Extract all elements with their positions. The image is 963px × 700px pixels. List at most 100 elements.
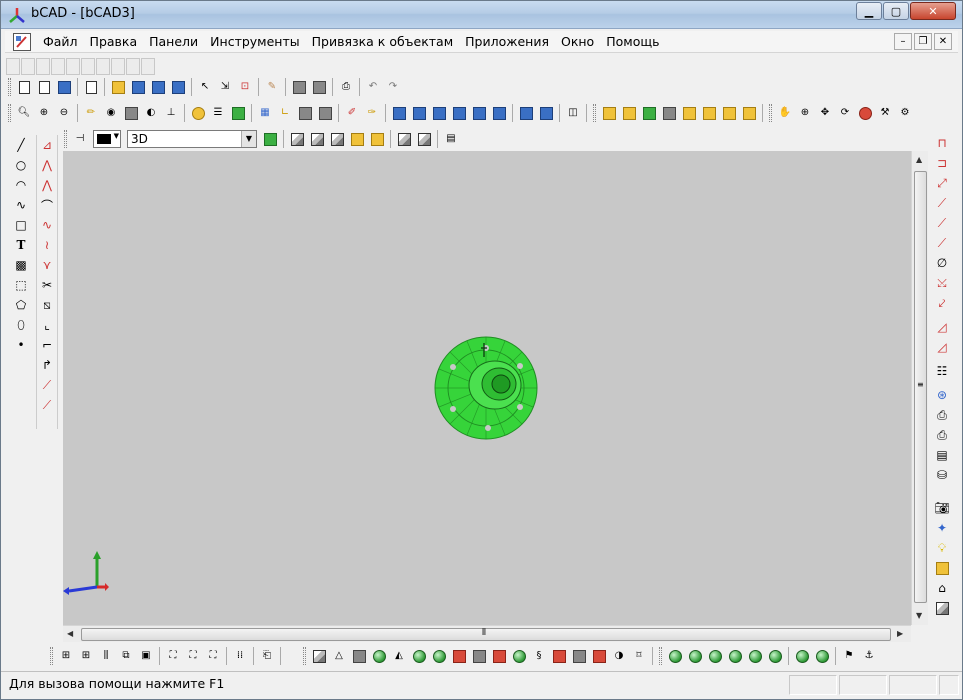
empty-slot[interactable] — [95, 57, 110, 75]
orbit-button[interactable]: ✥ — [817, 105, 834, 122]
house-button[interactable]: ⌂ — [933, 579, 951, 597]
cut-solid-button[interactable] — [747, 648, 764, 665]
new-drawing-button[interactable] — [56, 79, 73, 96]
empty-slot[interactable] — [35, 57, 50, 75]
empty-slot[interactable] — [50, 57, 65, 75]
empty-slot[interactable] — [5, 57, 20, 75]
toolbar-grip[interactable] — [303, 647, 306, 665]
save-button[interactable] — [130, 79, 147, 96]
wire-cube-button[interactable] — [289, 131, 306, 148]
close-button[interactable]: ✕ — [910, 2, 956, 20]
marker-button[interactable]: ⚑ — [841, 648, 858, 665]
3d-objects-button[interactable] — [933, 599, 951, 617]
view-back-button[interactable] — [411, 105, 428, 122]
toolbar-grip[interactable] — [64, 130, 67, 148]
menu-window[interactable]: Окно — [555, 32, 600, 52]
pipe-button[interactable] — [551, 648, 568, 665]
pin-button[interactable]: ⊣ — [72, 131, 89, 148]
dim-leader-button[interactable]: ⤩ — [933, 274, 951, 292]
spring-button[interactable]: § — [531, 648, 548, 665]
trim-button[interactable]: ✂ — [38, 276, 56, 294]
size-grip[interactable] — [939, 675, 959, 695]
new-file-button[interactable] — [16, 79, 33, 96]
horizontal-scroll-thumb[interactable]: ⦀ — [81, 628, 891, 641]
scroll-left-icon[interactable]: ◀ — [67, 629, 73, 638]
save-all-button[interactable] — [170, 79, 187, 96]
view-iso-button[interactable] — [518, 105, 535, 122]
toolbar-grip[interactable] — [8, 78, 11, 96]
layer-switch-button[interactable] — [262, 131, 279, 148]
wave-button[interactable]: ∿ — [38, 216, 56, 234]
extend-button[interactable]: ⟋ — [38, 376, 56, 394]
layers-button[interactable] — [123, 105, 140, 122]
toolbar-grip[interactable] — [50, 647, 53, 665]
arc-tool-button[interactable]: ◠ — [12, 176, 30, 194]
point-tool-button[interactable]: • — [12, 336, 30, 354]
surface-button[interactable] — [571, 648, 588, 665]
sweep-button[interactable] — [491, 648, 508, 665]
measure-button[interactable]: ⊥ — [163, 105, 180, 122]
view-right-button[interactable] — [451, 105, 468, 122]
ucs-button[interactable]: ⊛ — [933, 386, 951, 404]
pan-button[interactable]: ✋ — [777, 105, 794, 122]
render-camera-button[interactable]: 📷︎ — [933, 499, 951, 517]
subtract-button[interactable] — [687, 648, 704, 665]
spline-tool-button[interactable]: ∿ — [12, 196, 30, 214]
shade-cube-button[interactable] — [329, 131, 346, 148]
anchor-button[interactable]: ⚓ — [861, 648, 878, 665]
zoom-in-button[interactable]: ⊕ — [36, 105, 53, 122]
section-button[interactable] — [767, 648, 784, 665]
menu-panels[interactable]: Панели — [143, 32, 204, 52]
ellipse-tool-button[interactable]: ⬯ — [12, 316, 30, 334]
copy-button[interactable] — [291, 79, 308, 96]
maximize-button[interactable]: ▢ — [883, 2, 909, 20]
render-texture-button[interactable] — [701, 105, 718, 122]
brush-button[interactable]: ✐ — [344, 105, 361, 122]
minimize-button[interactable]: ▁ — [856, 2, 882, 20]
fillet-button[interactable]: ↱ — [38, 356, 56, 374]
sphere-button[interactable] — [371, 648, 388, 665]
group-button[interactable]: ⛶ — [165, 648, 182, 665]
menu-tools[interactable]: Инструменты — [204, 32, 305, 52]
render-smooth-button[interactable] — [681, 105, 698, 122]
dim-style-button[interactable]: ☷ — [933, 362, 951, 380]
dim-vertical-button[interactable]: ⊐ — [933, 154, 951, 172]
select-button[interactable]: ↖ — [197, 79, 214, 96]
array2-button[interactable]: ⊞ — [78, 648, 95, 665]
dim-radius-button[interactable]: ⟋ — [933, 234, 951, 252]
dim-edit-button[interactable]: ◿ — [933, 318, 951, 336]
rectangle-tool-button[interactable]: □ — [12, 216, 30, 234]
torus-button[interactable] — [411, 648, 428, 665]
array-button[interactable]: ⊞ — [58, 648, 75, 665]
polyline-button[interactable]: ⋀ — [38, 156, 56, 174]
hide-button[interactable]: ◐ — [143, 105, 160, 122]
rotate-view-button[interactable]: ⟳ — [837, 105, 854, 122]
grid-button[interactable]: ▦ — [257, 105, 274, 122]
offset-button[interactable]: ⧅ — [38, 296, 56, 314]
text-tool-button[interactable]: T — [12, 236, 30, 254]
dim-linear-button[interactable]: ⊓ — [933, 134, 951, 152]
polygon-tool-button[interactable]: ⬠ — [12, 296, 30, 314]
print-area-button[interactable]: ⎙ — [933, 406, 951, 424]
cone-button[interactable]: ◭ — [391, 648, 408, 665]
paste-button[interactable] — [311, 79, 328, 96]
line-style-button[interactable]: ☰ — [210, 105, 227, 122]
explode-button[interactable]: ⛶ — [185, 648, 202, 665]
spotlight-button[interactable]: ✦ — [933, 519, 951, 537]
break-button[interactable]: ⟋ — [38, 396, 56, 414]
mdi-minimize-button[interactable]: – — [894, 33, 912, 50]
view-top-button[interactable] — [471, 105, 488, 122]
color-dropdown[interactable]: ▼ — [93, 130, 121, 148]
revolve2-button[interactable]: ◑ — [611, 648, 628, 665]
toolbar-grip[interactable] — [8, 104, 11, 122]
dim-edit2-button[interactable]: ◿ — [933, 338, 951, 356]
view-front-button[interactable] — [391, 105, 408, 122]
sheets-button[interactable]: ▤ — [933, 446, 951, 464]
block-button[interactable]: ▣ — [138, 648, 155, 665]
empty-slot[interactable] — [80, 57, 95, 75]
mdi-restore-button[interactable]: ❐ — [914, 33, 932, 50]
dim-arc-button[interactable]: ⤦ — [933, 294, 951, 312]
layer-manager-button[interactable] — [230, 105, 247, 122]
properties-button[interactable] — [83, 79, 100, 96]
view-bottom-button[interactable] — [491, 105, 508, 122]
